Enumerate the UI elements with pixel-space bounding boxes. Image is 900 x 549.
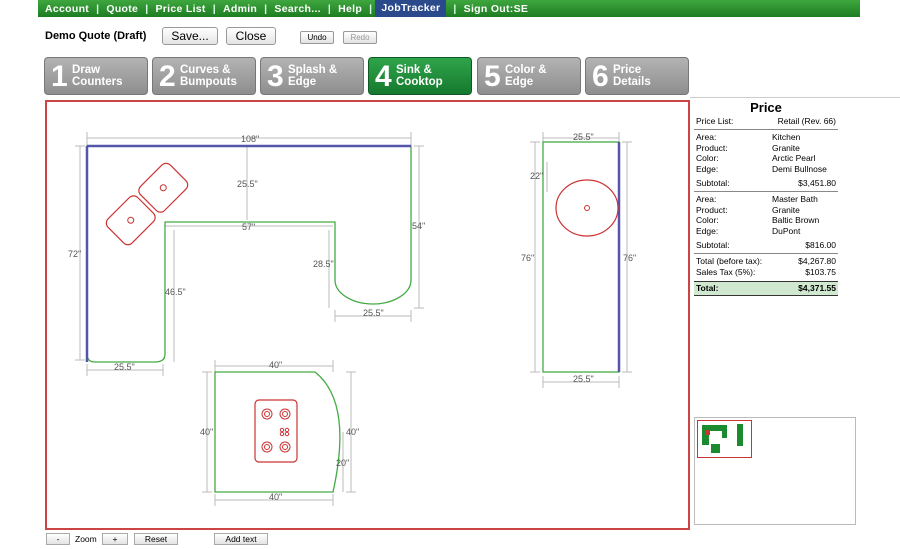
step-number: 4 xyxy=(375,60,392,93)
step-splash-edge[interactable]: 3 Splash & Edge xyxy=(260,57,364,95)
vanity-sink[interactable] xyxy=(555,179,619,237)
dim-label: 20" xyxy=(336,458,349,468)
dim-label: 25.5" xyxy=(237,179,258,189)
zoom-in-button[interactable]: + xyxy=(102,533,128,545)
nav-quote[interactable]: Quote xyxy=(106,3,138,15)
step-number: 3 xyxy=(267,60,284,93)
step-sink-cooktop[interactable]: 4 Sink & Cooktop xyxy=(368,57,472,95)
dim-label: 76" xyxy=(623,253,636,263)
dim-label: 25.5" xyxy=(573,132,594,142)
total-row: Total: $4,371.55 xyxy=(694,281,838,297)
save-button[interactable]: Save... xyxy=(162,27,218,45)
step-draw-counters[interactable]: 1 Draw Counters xyxy=(44,57,148,95)
nav-sign-out[interactable]: Sign Out:SE xyxy=(464,3,529,15)
cooktop[interactable] xyxy=(254,399,298,463)
nav-separator: | xyxy=(369,2,373,15)
dim-label: 46.5" xyxy=(165,287,186,297)
step-label: Price Details xyxy=(613,64,651,88)
dim-label: 25.5" xyxy=(573,374,594,384)
zoom-label: Zoom xyxy=(75,534,97,544)
total-before-tax-row: Total (before tax): $4,267.80 xyxy=(696,255,836,266)
top-nav: Account | Quote | Price List | Admin | Searc… xyxy=(38,0,860,17)
nav-separator: | xyxy=(212,2,216,15)
step-label: Draw Counters xyxy=(72,64,123,88)
step-number: 5 xyxy=(484,60,501,93)
nav-separator: | xyxy=(145,2,149,15)
step-label: Color & Edge xyxy=(505,64,547,88)
step-label: Sink & Cooktop xyxy=(396,64,443,88)
dim-label: 25.5" xyxy=(114,362,135,372)
double-sink[interactable] xyxy=(104,161,190,247)
subtotal-row: Subtotal: $816.00 xyxy=(696,239,836,250)
area-row: Area: Kitchen xyxy=(696,131,801,142)
edge-row: Edge: Demi Bullnose xyxy=(696,164,827,175)
nav-separator: | xyxy=(264,2,268,15)
step-curves-bumpouts[interactable]: 2 Curves & Bumpouts xyxy=(152,57,256,95)
nav-separator: | xyxy=(453,2,457,15)
area-row: Area: Master Bath xyxy=(696,193,818,204)
dim-label: 28.5" xyxy=(313,259,334,269)
sales-tax-row: Sales Tax (5%): $103.75 xyxy=(696,266,836,277)
island-counter[interactable] xyxy=(214,371,341,493)
nav-jobtracker[interactable]: JobTracker xyxy=(375,0,447,17)
dim-label: 40" xyxy=(200,427,213,437)
price-title: Price xyxy=(750,100,782,115)
nav-search[interactable]: Search... xyxy=(274,3,320,15)
undo-button[interactable]: Undo xyxy=(300,31,334,44)
nav-help[interactable]: Help xyxy=(338,3,362,15)
redo-button[interactable]: Redo xyxy=(343,31,377,44)
dim-label: 22" xyxy=(530,171,543,181)
step-number: 6 xyxy=(592,60,609,93)
step-price-details[interactable]: 6 Price Details xyxy=(585,57,689,95)
dim-label: 54" xyxy=(412,221,425,231)
dim-label: 108" xyxy=(241,134,259,144)
close-button[interactable]: Close xyxy=(226,27,276,45)
zoom-out-button[interactable]: - xyxy=(46,533,70,545)
step-label: Curves & Bumpouts xyxy=(180,64,237,88)
price-list-row: Price List: Retail (Rev. 66) xyxy=(696,116,836,126)
add-text-button[interactable]: Add text xyxy=(214,533,268,545)
divider xyxy=(694,252,838,254)
dim-label: 25.5" xyxy=(363,308,384,318)
step-number: 1 xyxy=(51,60,68,93)
nav-admin[interactable]: Admin xyxy=(223,3,257,15)
edge-row: Edge: DuPont xyxy=(696,226,801,237)
nav-price-list[interactable]: Price List xyxy=(155,3,205,15)
minimap[interactable] xyxy=(694,417,856,525)
dim-label: 40" xyxy=(269,360,282,370)
quote-title: Demo Quote (Draft) xyxy=(45,30,147,42)
step-label: Splash & Edge xyxy=(288,64,338,88)
step-number: 2 xyxy=(159,60,176,93)
dim-label: 76" xyxy=(521,253,534,263)
divider xyxy=(694,128,838,130)
nav-account[interactable]: Account xyxy=(45,3,89,15)
product-row: Product: Granite xyxy=(696,142,800,153)
minimap-preview xyxy=(702,424,743,453)
subtotal-row: Subtotal: $3,451.80 xyxy=(696,177,836,188)
product-row: Product: Granite xyxy=(696,204,800,215)
vanity-counter[interactable] xyxy=(542,141,620,373)
color-row: Color: Baltic Brown xyxy=(696,215,820,226)
divider xyxy=(690,97,900,98)
price-panel: Price Price List: Retail (Rev. 66) Area: K… xyxy=(694,100,838,306)
dim-label: 40" xyxy=(269,492,282,502)
dim-label: 40" xyxy=(346,427,359,437)
color-row: Color: Arctic Pearl xyxy=(696,153,816,164)
nav-separator: | xyxy=(96,2,100,15)
reset-button[interactable]: Reset xyxy=(134,533,178,545)
step-color-edge[interactable]: 5 Color & Edge xyxy=(477,57,581,95)
divider xyxy=(694,190,838,192)
drawing-canvas[interactable]: 108" 72" 54" 25.5" 57" 46.5" 28.5" 25.5"… xyxy=(45,100,690,530)
dim-label: 72" xyxy=(68,249,81,259)
nav-separator: | xyxy=(327,2,332,15)
dim-label: 57" xyxy=(242,222,255,232)
